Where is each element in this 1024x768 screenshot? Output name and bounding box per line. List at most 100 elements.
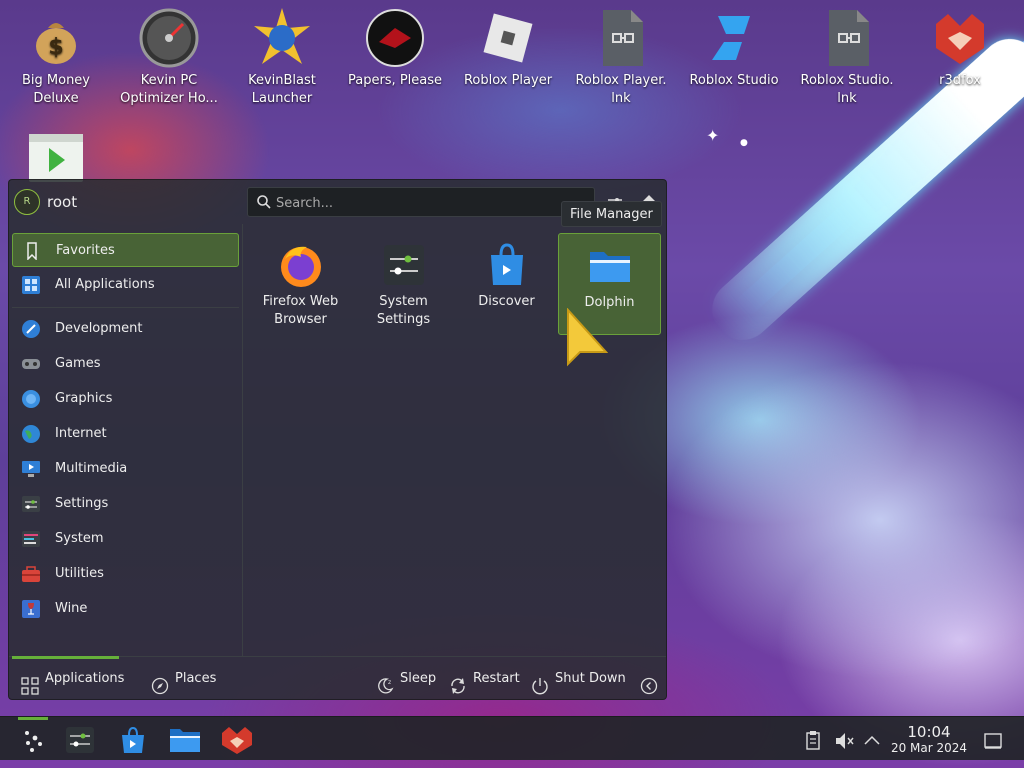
category-development[interactable]: Development (12, 312, 239, 346)
shutdown-label: Shut Down (555, 671, 626, 686)
app-label: System Settings (376, 294, 431, 327)
graphics-icon (21, 390, 41, 408)
shutdown-button[interactable]: Shut Down (531, 657, 627, 701)
toolbox-icon (21, 565, 41, 583)
launcher-button[interactable] (16, 717, 52, 758)
category-label: System (55, 531, 104, 546)
desktop-icon-r3dfox[interactable]: r3dfox (904, 0, 1016, 90)
category-multimedia[interactable]: Multimedia (12, 452, 239, 486)
sleep-icon: z (376, 670, 394, 714)
taskbar-system-settings[interactable] (62, 723, 98, 757)
category-all-applications[interactable]: All Applications (12, 268, 239, 302)
search-icon (256, 194, 272, 214)
category-label: Wine (55, 601, 88, 616)
chevron-up-icon[interactable] (860, 723, 884, 757)
user-avatar[interactable]: R (14, 189, 40, 215)
dolphin-folder-icon (169, 726, 201, 758)
dolphin-folder-icon (586, 242, 634, 290)
r3dfox-icon (220, 725, 254, 759)
gauge-icon (139, 8, 199, 68)
taskbar-discover[interactable] (115, 723, 151, 757)
desktop-icon-papers-please[interactable]: Papers, Please (339, 0, 451, 90)
firefox-icon (277, 241, 325, 289)
money-bag-icon: $ (26, 8, 86, 68)
category-graphics[interactable]: Graphics (12, 382, 239, 416)
roblox-studio-icon (704, 8, 764, 68)
category-games[interactable]: Games (12, 347, 239, 381)
clock[interactable]: 10:04 20 Mar 2024 (886, 724, 972, 756)
desktop-icon-big-money-deluxe[interactable]: $ Big Money Deluxe (0, 0, 112, 108)
category-label: Multimedia (55, 461, 128, 476)
settings-icon (21, 495, 41, 513)
svg-text:$: $ (48, 35, 63, 60)
desktop-icon-label: Roblox Studio. lnk (800, 73, 894, 106)
r3dfox-icon (930, 8, 990, 68)
system-settings-icon (380, 241, 428, 289)
tab-places[interactable]: Places (149, 657, 229, 701)
tab-applications[interactable]: Applications (12, 656, 124, 701)
gamepad-icon (21, 355, 41, 373)
category-label: All Applications (55, 277, 155, 292)
desktop-icon-roblox-studio[interactable]: Roblox Studio (678, 0, 790, 90)
desktop-icon-label: Kevin PC Optimizer Ho... (120, 73, 218, 106)
desktop-icon-roblox-player-lnk[interactable]: Roblox Player. lnk (565, 0, 677, 108)
show-desktop-icon[interactable] (981, 723, 1005, 757)
favorites-grid: Firefox Web Browser System Settings Disc… (243, 224, 667, 656)
sleep-button[interactable]: z Sleep (376, 657, 438, 701)
taskbar: 10:04 20 Mar 2024 (0, 716, 1024, 760)
desktop-icon-label: Roblox Studio (689, 73, 779, 88)
bookmark-icon (22, 242, 42, 261)
desktop-icon-roblox-studio-lnk[interactable]: Roblox Studio. lnk (791, 0, 903, 108)
search-box[interactable] (247, 187, 595, 217)
desktop-icon-roblox-player[interactable]: Roblox Player (452, 0, 564, 90)
category-settings[interactable]: Settings (12, 487, 239, 521)
kevinblast-icon (252, 8, 312, 68)
restart-button[interactable]: Restart (449, 657, 521, 701)
wallpaper-star: ● (740, 138, 748, 148)
category-sidebar: Favorites All Applications Development G… (9, 224, 243, 656)
category-label: Utilities (55, 566, 104, 581)
taskbar-dolphin[interactable] (167, 723, 203, 757)
desktop-icon-label: Roblox Player. lnk (575, 73, 667, 106)
desktop-icon-media-player[interactable] (0, 124, 112, 184)
launcher-footer: Applications Places z Sleep Restart Shut… (9, 656, 666, 700)
roblox-icon (478, 8, 538, 68)
app-firefox[interactable]: Firefox Web Browser (249, 233, 352, 335)
globe-icon (21, 425, 41, 443)
divider (12, 307, 239, 308)
tab-applications-label: Applications (45, 671, 125, 686)
desktop-icon-label: r3dfox (939, 73, 981, 88)
grid-icon (21, 670, 39, 714)
app-system-settings[interactable]: System Settings (352, 233, 455, 335)
category-system[interactable]: System (12, 522, 239, 556)
desktop-icon-kevinblast-launcher[interactable]: KevinBlast Launcher (226, 0, 338, 108)
sleep-label: Sleep (400, 671, 437, 686)
mouse-cursor-icon (566, 307, 609, 378)
taskbar-r3dfox[interactable] (219, 723, 255, 757)
user-name: root (47, 193, 78, 211)
system-icon (21, 530, 41, 548)
discover-icon (483, 241, 531, 289)
kde-logo-icon (21, 728, 47, 758)
desktop-icon-kevin-pc-optimizer[interactable]: Kevin PC Optimizer Ho... (113, 0, 225, 108)
category-label: Development (55, 321, 143, 336)
category-label: Internet (55, 426, 107, 441)
clock-date: 20 Mar 2024 (890, 741, 968, 755)
more-power-options-button[interactable] (640, 657, 660, 701)
wine-icon (21, 600, 41, 618)
development-icon (21, 320, 41, 338)
shortcut-file-icon (591, 8, 651, 68)
multimedia-icon (21, 460, 41, 478)
play-icon (29, 134, 83, 182)
volume-muted-icon[interactable] (831, 723, 855, 757)
category-utilities[interactable]: Utilities (12, 557, 239, 591)
category-wine[interactable]: Wine (12, 592, 239, 626)
app-discover[interactable]: Discover (455, 233, 558, 335)
category-internet[interactable]: Internet (12, 417, 239, 451)
clipboard-icon[interactable] (801, 723, 825, 757)
category-favorites[interactable]: Favorites (12, 233, 239, 267)
app-label: Firefox Web Browser (262, 294, 339, 327)
search-input[interactable] (276, 192, 586, 214)
desktop-icon-label: Roblox Player (463, 73, 553, 88)
wallpaper-star: ✦ (706, 126, 720, 145)
